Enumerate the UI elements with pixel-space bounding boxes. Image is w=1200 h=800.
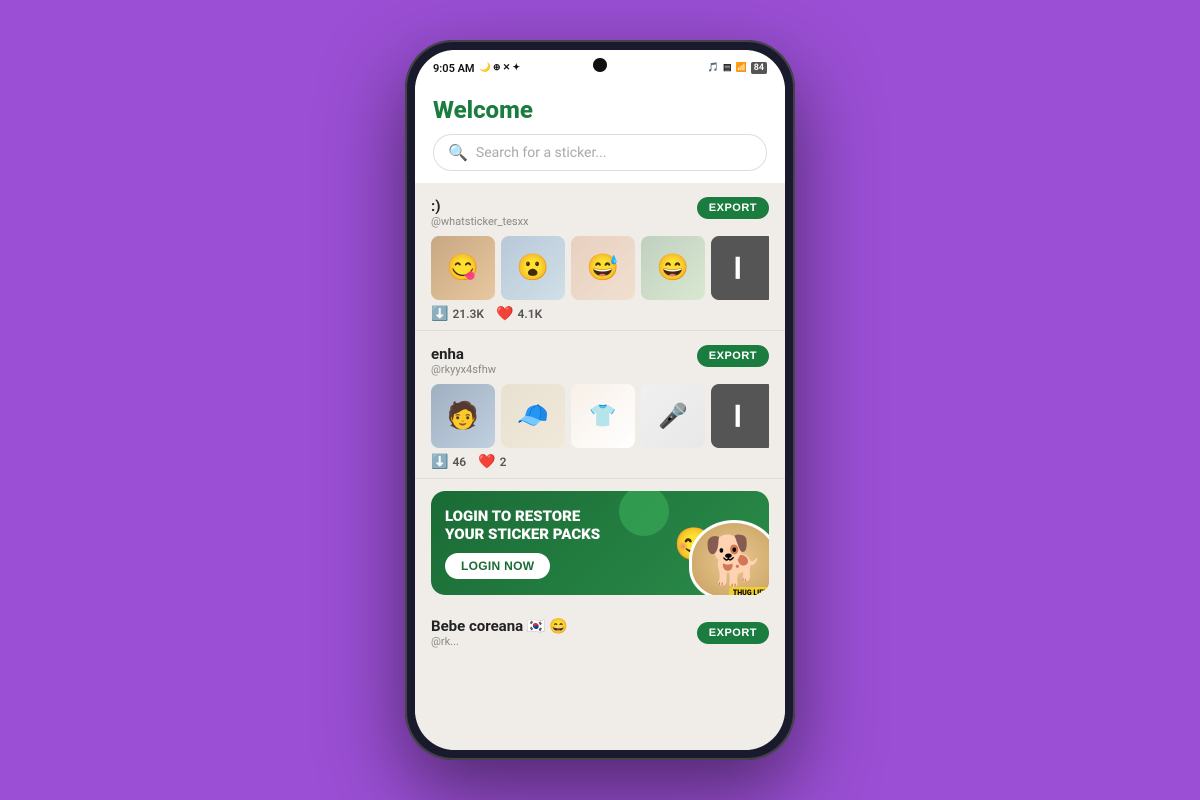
download-icon-2: ⬇️ xyxy=(431,454,448,470)
page-title: Welcome xyxy=(433,96,767,124)
heart-icon-2: ❤️ xyxy=(478,454,495,470)
sticker-1-5: ▎ xyxy=(711,236,769,300)
scroll-content[interactable]: :) @whatsticker_tesxx EXPORT 😋 😮 xyxy=(415,183,785,750)
like-count-2: 2 xyxy=(500,455,507,469)
thug-life-label: THUG LIFE xyxy=(729,587,769,595)
pack-info-1: :) @whatsticker_tesxx xyxy=(431,197,529,228)
download-icon-1: ⬇️ xyxy=(431,306,448,322)
search-bar[interactable]: 🔍 Search for a sticker... xyxy=(433,134,767,171)
pack-author-2: @rkyyx4sfhw xyxy=(431,363,496,376)
pack-name-2: enha xyxy=(431,345,496,363)
phone-screen: 9:05 AM 🌙 ⊕ ✕ ✦ 🎵 ▤ 📶 84 Welcome 🔍 Searc… xyxy=(415,50,785,750)
pack-info-2: enha @rkyyx4sfhw xyxy=(431,345,496,376)
sticker-pack-1: :) @whatsticker_tesxx EXPORT 😋 😮 xyxy=(415,183,785,331)
camera-notch xyxy=(593,58,607,72)
banner-image: 😊 🐕 THUG LIFE xyxy=(639,505,769,595)
download-stat-2: ⬇️ 46 xyxy=(431,454,466,470)
like-count-1: 4.1K xyxy=(517,307,542,321)
sticker-2-1[interactable]: 🧑 xyxy=(431,384,495,448)
sticker-2-4[interactable]: 🎤 xyxy=(641,384,705,448)
bottom-pack-author: @rk... xyxy=(431,635,568,648)
sticker-row-2: 🧑 🧢 👕 🎤 ▎ xyxy=(431,384,769,448)
bottom-pack-info: Bebe coreana 🇰🇷 😄 @rk... xyxy=(431,617,568,648)
app-content: Welcome 🔍 Search for a sticker... :) @wh… xyxy=(415,82,785,750)
download-count-1: 21.3K xyxy=(452,307,484,321)
bottom-pack-name: Bebe coreana 🇰🇷 😄 xyxy=(431,617,568,635)
sticker-2-3[interactable]: 👕 xyxy=(571,384,635,448)
pack-header-2: enha @rkyyx4sfhw EXPORT xyxy=(431,345,769,376)
pack-stats-2: ⬇️ 46 ❤️ 2 xyxy=(431,454,769,470)
pack-stats-1: ⬇️ 21.3K ❤️ 4.1K xyxy=(431,306,769,322)
banner-title: LOGIN TO RESTOREYOUR STICKER PACKS xyxy=(445,507,600,543)
header-section: Welcome 🔍 Search for a sticker... xyxy=(415,82,785,183)
sticker-1-3[interactable]: 😅 xyxy=(571,236,635,300)
dog-sticker: 🐕 THUG LIFE xyxy=(689,520,769,595)
like-stat-2: ❤️ 2 xyxy=(478,454,506,470)
sticker-2-2[interactable]: 🧢 xyxy=(501,384,565,448)
heart-icon-1: ❤️ xyxy=(496,306,513,322)
status-time: 9:05 AM 🌙 ⊕ ✕ ✦ xyxy=(433,62,520,75)
banner-text: LOGIN TO RESTOREYOUR STICKER PACKS LOGIN… xyxy=(445,507,600,579)
bottom-pack-section: Bebe coreana 🇰🇷 😄 @rk... EXPORT xyxy=(415,607,785,654)
pack-header-1: :) @whatsticker_tesxx EXPORT xyxy=(431,197,769,228)
export-button-3[interactable]: EXPORT xyxy=(697,622,769,644)
sticker-1-4[interactable]: 😄 xyxy=(641,236,705,300)
phone-frame: 9:05 AM 🌙 ⊕ ✕ ✦ 🎵 ▤ 📶 84 Welcome 🔍 Searc… xyxy=(405,40,795,760)
sticker-1-2[interactable]: 😮 xyxy=(501,236,565,300)
sticker-2-5: ▎ xyxy=(711,384,769,448)
export-button-2[interactable]: EXPORT xyxy=(697,345,769,367)
export-button-1[interactable]: EXPORT xyxy=(697,197,769,219)
like-stat-1: ❤️ 4.1K xyxy=(496,306,542,322)
status-icons-right: 🎵 ▤ 📶 84 xyxy=(708,62,767,74)
time-display: 9:05 AM xyxy=(433,62,475,75)
download-stat-1: ⬇️ 21.3K xyxy=(431,306,484,322)
login-banner[interactable]: LOGIN TO RESTOREYOUR STICKER PACKS LOGIN… xyxy=(431,491,769,595)
sticker-1-1[interactable]: 😋 xyxy=(431,236,495,300)
pack-name-1: :) xyxy=(431,197,529,215)
pack-author-1: @whatsticker_tesxx xyxy=(431,215,529,228)
login-now-button[interactable]: LOGIN NOW xyxy=(445,553,550,579)
sticker-pack-2: enha @rkyyx4sfhw EXPORT 🧑 🧢 👕 xyxy=(415,331,785,479)
search-placeholder: Search for a sticker... xyxy=(476,145,752,161)
sticker-row-1: 😋 😮 😅 😄 ▎ xyxy=(431,236,769,300)
download-count-2: 46 xyxy=(452,455,466,469)
status-icons-left: 🌙 ⊕ ✕ ✦ xyxy=(480,63,521,73)
search-icon: 🔍 xyxy=(448,143,468,162)
